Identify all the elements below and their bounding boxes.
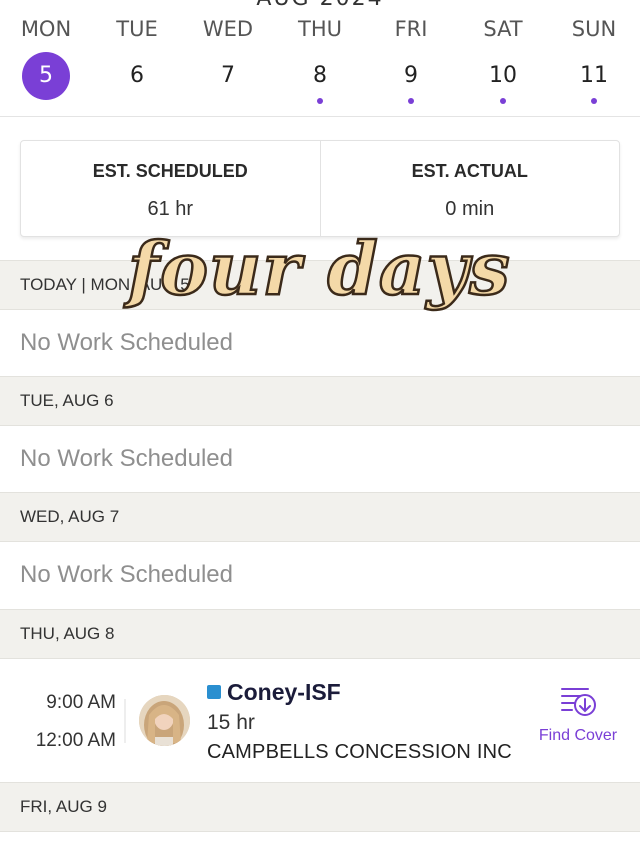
section-header-fri: FRI, AUG 9 xyxy=(0,782,640,832)
day-wed[interactable]: WED 7 xyxy=(188,14,268,100)
day-thu[interactable]: THU 8 xyxy=(280,14,360,104)
day-number: 8 xyxy=(313,63,327,88)
est-scheduled-cell: EST. SCHEDULED 61 hr xyxy=(21,141,320,236)
est-actual-cell: EST. ACTUAL 0 min xyxy=(319,141,620,236)
section-header-tue: TUE, AUG 6 xyxy=(0,376,640,426)
day-name: WED xyxy=(202,17,254,41)
est-actual-label: EST. ACTUAL xyxy=(411,161,528,181)
day-name: THU xyxy=(298,17,342,41)
shift-location: CAMPBELLS CONCESSION INC xyxy=(207,741,512,763)
day-name: FRI xyxy=(394,17,428,41)
section-header-wed: WED, AUG 7 xyxy=(0,492,640,542)
divider xyxy=(0,116,640,117)
day-number: 7 xyxy=(221,63,235,88)
day-name: SUN xyxy=(571,17,617,41)
est-scheduled-label: EST. SCHEDULED xyxy=(92,161,248,181)
time-divider xyxy=(124,699,126,743)
list-item xyxy=(0,832,640,855)
no-work-row: No Work Scheduled xyxy=(0,542,640,608)
find-cover-button[interactable]: Find Cover xyxy=(534,685,622,745)
est-scheduled-value: 61 hr xyxy=(147,198,194,220)
no-work-row: No Work Scheduled xyxy=(0,426,640,492)
day-mon[interactable]: MON 5 xyxy=(6,14,86,100)
shift-indicator-dot xyxy=(317,98,323,104)
shift-title-text: Coney-ISF xyxy=(227,679,341,705)
shift-indicator-dot xyxy=(591,98,597,104)
shift-indicator-dot xyxy=(500,98,506,104)
week-strip: MON 5 TUE 6 WED 7 THU 8 FRI 9 SAT 10 SUN… xyxy=(0,14,640,116)
shift-title: Coney-ISF xyxy=(207,679,341,706)
day-number: 5 xyxy=(22,52,70,100)
hours-summary-card: EST. SCHEDULED 61 hr EST. ACTUAL 0 min xyxy=(20,140,620,237)
shift-indicator-dot xyxy=(408,98,414,104)
shift-duration: 15 hr xyxy=(207,711,255,734)
shift-start-time: 9:00 AM xyxy=(46,692,116,713)
day-sat[interactable]: SAT 10 xyxy=(463,14,543,104)
filter-download-icon xyxy=(561,688,596,716)
section-header-mon: TODAY | MON, AUG 5 xyxy=(0,260,640,310)
day-sun[interactable]: SUN 11 xyxy=(554,14,634,104)
day-number: 10 xyxy=(489,63,517,88)
month-peek: AUG 2024 xyxy=(0,0,640,11)
day-number: 9 xyxy=(404,63,418,88)
shift-end-time: 12:00 AM xyxy=(35,730,116,751)
day-name: MON xyxy=(20,17,72,41)
section-header-thu: THU, AUG 8 xyxy=(0,609,640,659)
no-work-row: No Work Scheduled xyxy=(0,310,640,376)
avatar-photo xyxy=(139,695,190,746)
day-number: 6 xyxy=(130,63,144,88)
day-number: 11 xyxy=(580,63,608,88)
est-actual-value: 0 min xyxy=(445,198,495,220)
day-name: SAT xyxy=(483,17,523,41)
day-fri[interactable]: FRI 9 xyxy=(371,14,451,104)
shift-card[interactable]: 9:00 AM 12:00 AM Coney-ISF 15 hr CAMPBEL… xyxy=(0,659,640,782)
day-tue[interactable]: TUE 6 xyxy=(97,14,177,100)
position-color-tag xyxy=(207,685,221,699)
day-name: TUE xyxy=(116,17,158,41)
avatar xyxy=(139,695,190,746)
find-cover-label: Find Cover xyxy=(538,727,618,744)
